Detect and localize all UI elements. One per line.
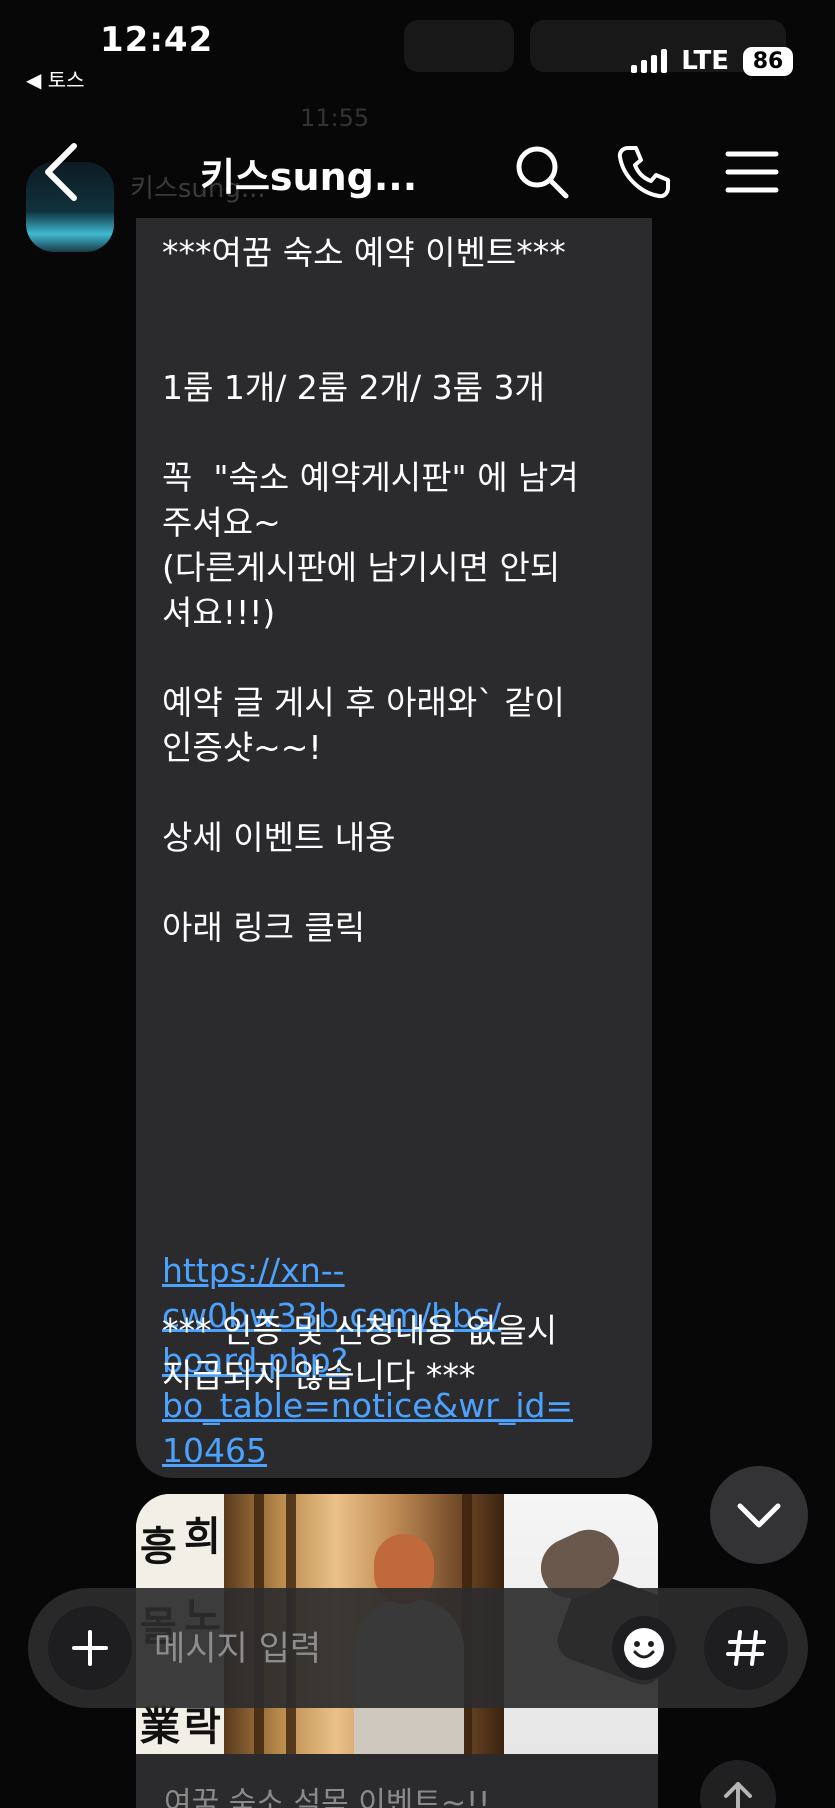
battery-icon: 86 (743, 46, 793, 76)
phone-icon (617, 146, 670, 199)
network-label: LTE (681, 46, 729, 76)
share-icon (724, 1782, 752, 1808)
share-button[interactable] (700, 1760, 776, 1808)
ghost-pill (404, 20, 514, 72)
emoji-button[interactable] (612, 1616, 676, 1680)
plus-icon (72, 1630, 108, 1666)
status-indicators: LTE 86 (631, 46, 793, 76)
attach-button[interactable] (48, 1606, 132, 1690)
search-button[interactable] (512, 142, 572, 202)
message-footer: *** 인증 및 신청내용 없을시 지급되지 않습니다 *** (162, 1311, 558, 1395)
message-body: ***여꿈 숙소 예약 이벤트*** 1룸 1개/ 2룸 2개/ 3룸 3개 꼭… (162, 233, 579, 947)
emoji-icon (624, 1628, 664, 1668)
chevron-left-icon (45, 143, 77, 201)
search-icon (516, 146, 569, 199)
chat-title[interactable]: 키스sung... (200, 146, 417, 201)
signal-icon (631, 49, 668, 73)
message-bubble[interactable]: ***여꿈 숙소 예약 이벤트*** 1룸 1개/ 2룸 2개/ 3룸 3개 꼭… (136, 218, 652, 1478)
calligraphy-char: 흥 (140, 1523, 177, 1570)
call-button[interactable] (614, 142, 674, 202)
calligraphy-char: 희 (184, 1513, 221, 1560)
chat-screen: 11:55 12:42 ◀ 토스 LTE 86 키스sung... 키스sung… (0, 0, 835, 1808)
hashtag-button[interactable] (704, 1606, 788, 1690)
chevron-down-icon (737, 1503, 781, 1528)
back-button[interactable] (40, 140, 84, 204)
hashtag-icon (726, 1630, 766, 1666)
back-to-app-link[interactable]: ◀ 토스 (26, 64, 85, 93)
chat-header: 키스sung... (0, 130, 835, 220)
menu-icon (725, 151, 779, 193)
message-input-bar (28, 1588, 808, 1708)
message-input[interactable] (152, 1618, 626, 1680)
status-time: 12:42 (100, 20, 214, 60)
background-timestamp: 11:55 (300, 104, 370, 132)
scroll-down-button[interactable] (710, 1466, 808, 1564)
card-caption: 여꿈 숙소 석목 이벤트~!! (164, 1786, 491, 1808)
menu-button[interactable] (722, 142, 782, 202)
